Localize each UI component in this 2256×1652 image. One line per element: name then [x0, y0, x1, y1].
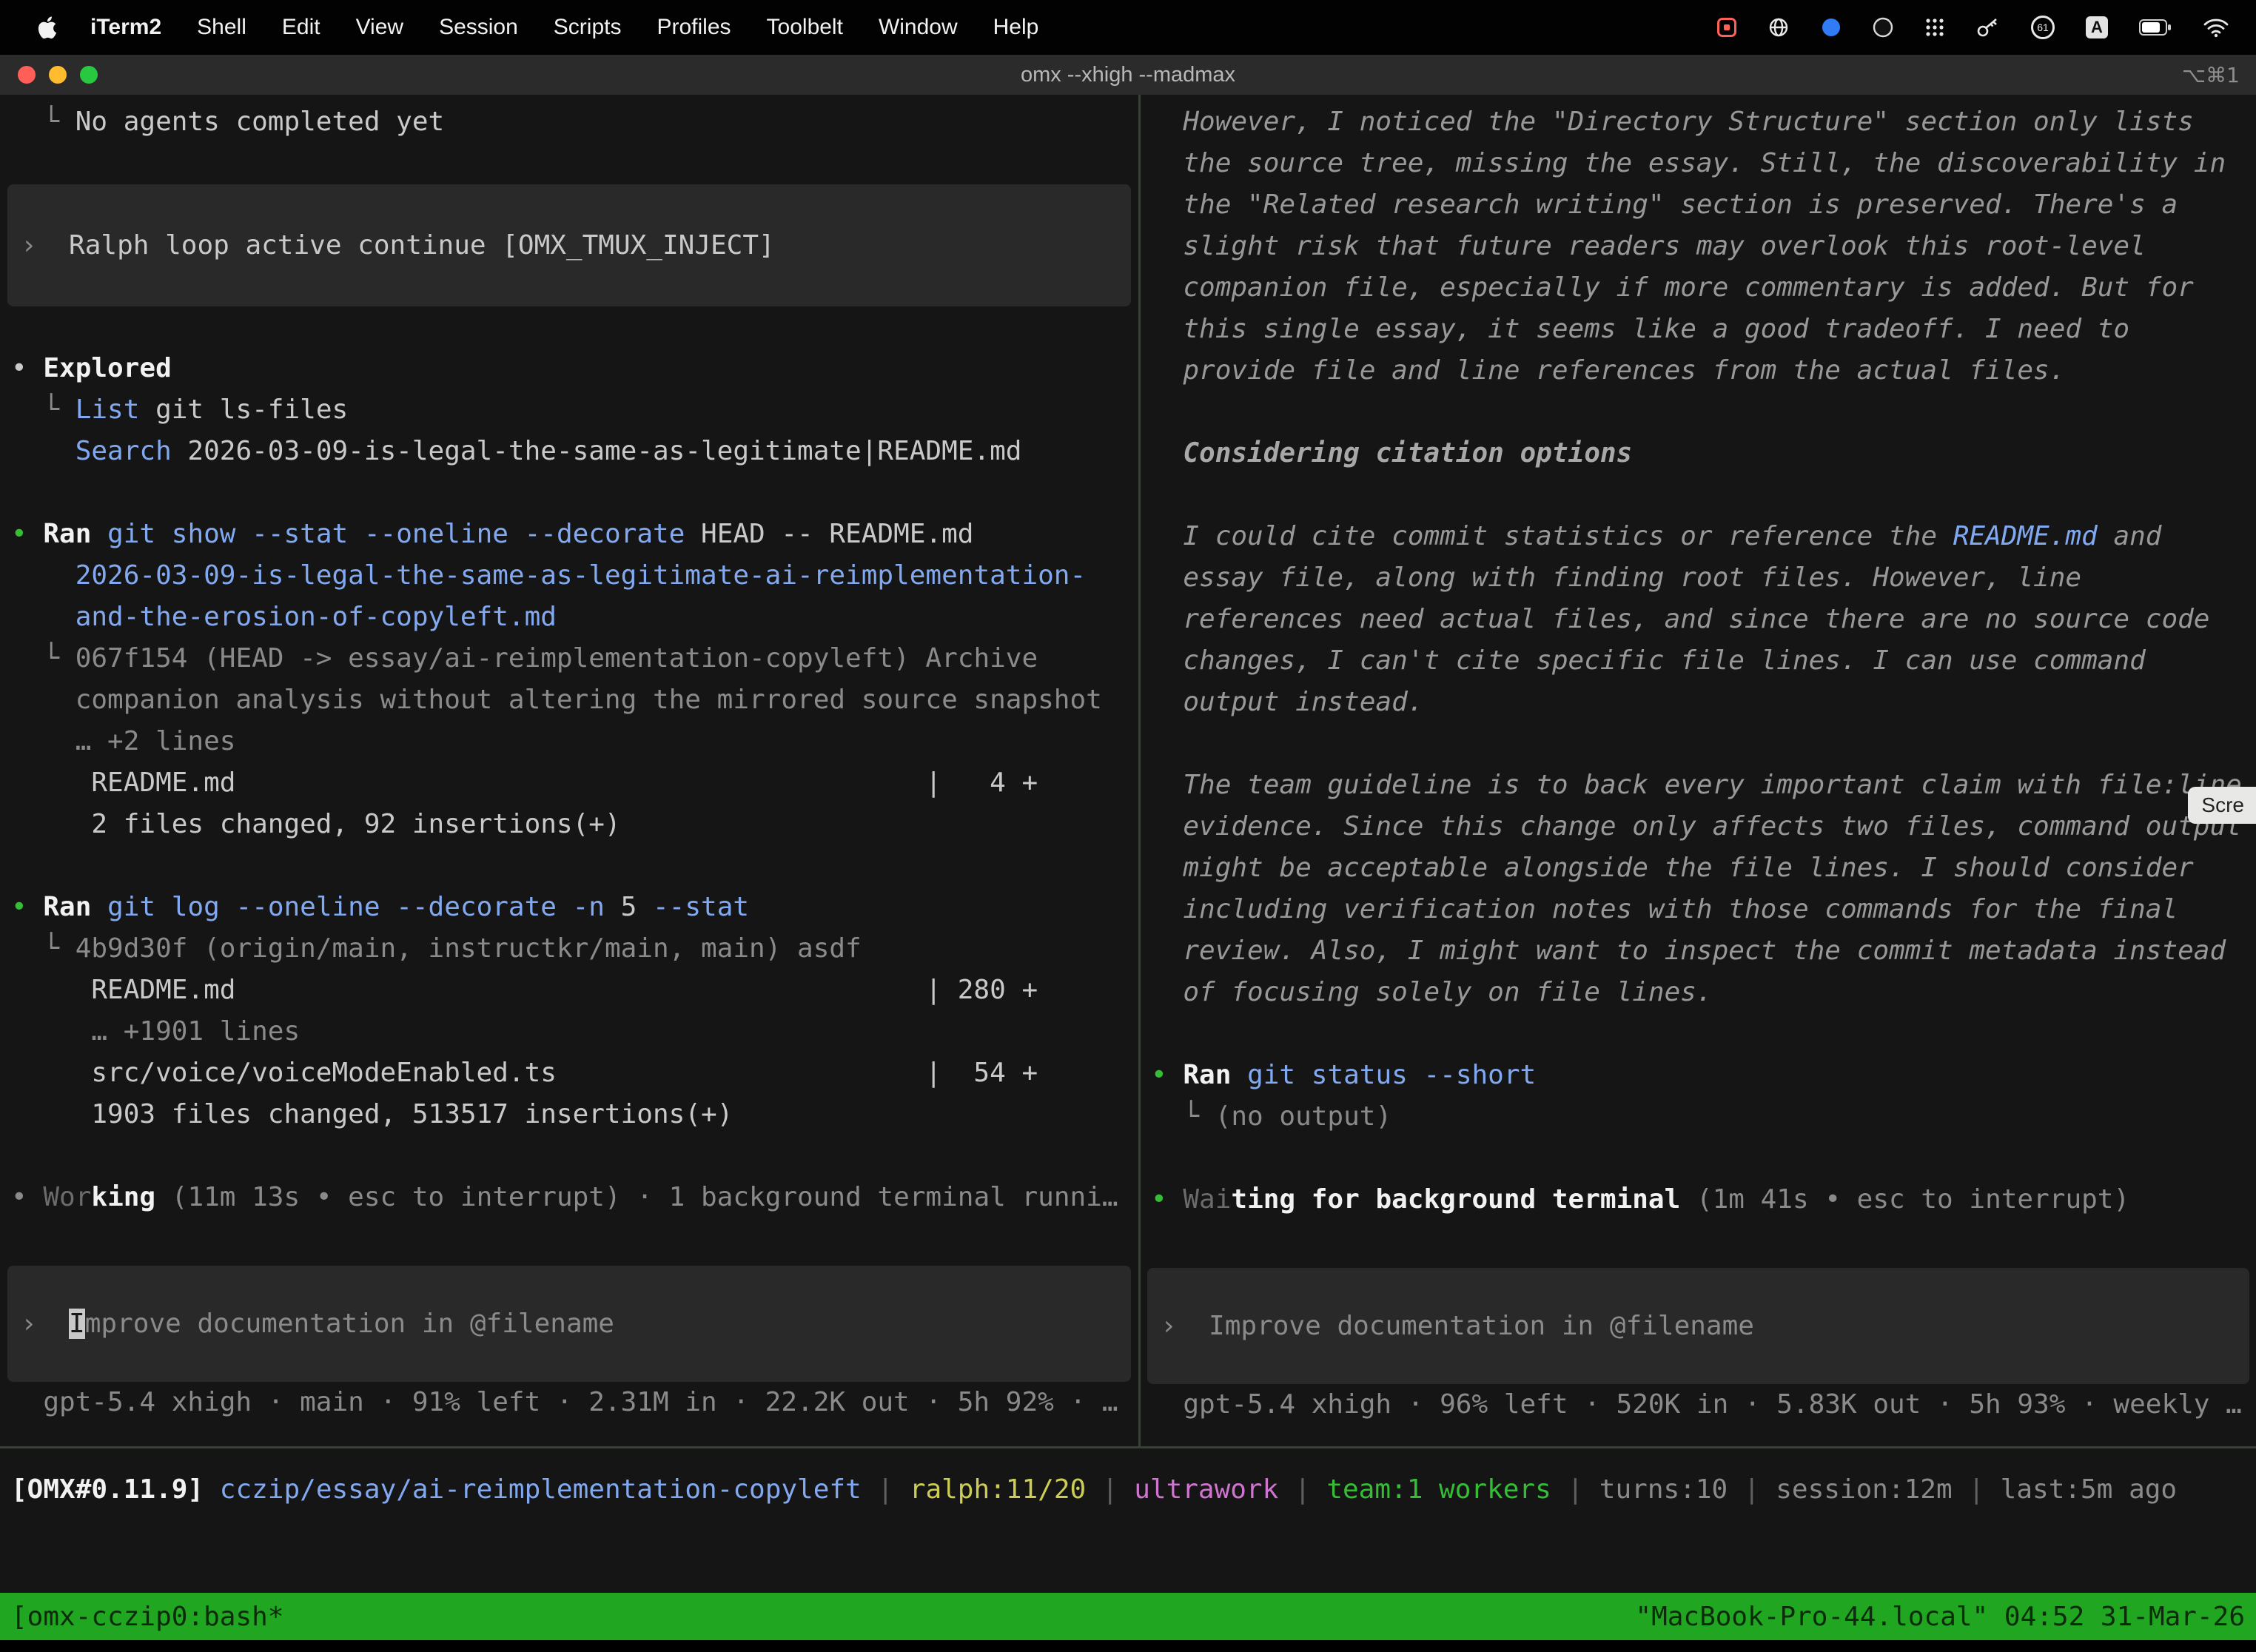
menu-toolbelt[interactable]: Toolbelt — [767, 15, 843, 40]
window-title-bar: omx --xhigh --madmax ⌥⌘1 — [0, 55, 2256, 95]
input-source-letter: A — [2091, 18, 2103, 37]
key-icon[interactable] — [1976, 16, 2000, 38]
terminal-line: Considering citation options — [1141, 433, 2256, 474]
menu-view[interactable]: View — [356, 15, 403, 40]
close-window-button[interactable] — [18, 66, 36, 84]
tmux-status-bar: [omx-cczip0:bash* "MacBook-Pro-44.local"… — [0, 1593, 2256, 1640]
menu-edit[interactable]: Edit — [282, 15, 320, 40]
terminal-line: 2026-03-09-is-legal-the-same-as-legitima… — [0, 555, 1138, 597]
screen-edge-tab[interactable]: Scre — [2188, 787, 2256, 824]
minimize-window-button[interactable] — [49, 66, 67, 84]
terminal-line: review. Also, I might want to inspect th… — [1141, 930, 2256, 972]
omx-status-bar: [OMX#0.11.9] cczip/essay/ai-reimplementa… — [0, 1448, 2256, 1593]
terminal-line: and-the-erosion-of-copyleft.md — [0, 597, 1138, 638]
terminal-line: including verification notes with those … — [1141, 889, 2256, 930]
screen-recording-indicator-icon[interactable] — [1717, 18, 1736, 37]
terminal-line: essay file, along with finding root file… — [1141, 557, 2256, 599]
agent-pane-left[interactable]: └ No agents completed yet › Ralph loop ac… — [0, 95, 1138, 1446]
terminal-content: └ No agents completed yet › Ralph loop ac… — [0, 95, 2256, 1446]
terminal-line: references need actual files, and since … — [1141, 599, 2256, 640]
terminal-line: └ 067f154 (HEAD -> essay/ai-reimplementa… — [0, 638, 1138, 679]
terminal-line: README.md | 280 + — [0, 970, 1138, 1011]
window-shortcut-badge: ⌥⌘1 — [2182, 63, 2240, 87]
terminal-line: 2 files changed, 92 insertions(+) — [0, 804, 1138, 845]
terminal-line: evidence. Since this change only affects… — [1141, 806, 2256, 847]
terminal-line: └ 4b9d30f (origin/main, instructkr/main,… — [0, 928, 1138, 970]
terminal-line: … +1901 lines — [0, 1011, 1138, 1052]
input-source-icon[interactable]: A — [2086, 16, 2108, 38]
apple-menu-icon[interactable] — [37, 16, 56, 39]
menu-bar-status-icons: 61 A — [1717, 16, 2229, 39]
terminal-line: the source tree, missing the essay. Stil… — [1141, 143, 2256, 184]
terminal-line: the "Related research writing" section i… — [1141, 184, 2256, 226]
omx-status-line: [OMX#0.11.9] cczip/essay/ai-reimplementa… — [0, 1469, 2256, 1511]
terminal-line: └ (no output) — [1141, 1096, 2256, 1138]
terminal-line: 1903 files changed, 513517 insertions(+) — [0, 1094, 1138, 1135]
terminal-line: of focusing solely on file lines. — [1141, 972, 2256, 1013]
window-controls — [18, 55, 98, 95]
terminal-line: might be acceptable alongside the file l… — [1141, 847, 2256, 889]
menu-iterm2[interactable]: iTerm2 — [90, 15, 161, 40]
terminal-line: src/voice/voiceModeEnabled.ts | 54 + — [0, 1052, 1138, 1094]
terminal-line: However, I noticed the "Directory Struct… — [1141, 101, 2256, 143]
gauge-value: 61 — [2037, 21, 2049, 33]
terminal-line: • Ran git status --short — [1141, 1055, 2256, 1096]
menu-session[interactable]: Session — [439, 15, 518, 40]
menu-profiles[interactable]: Profiles — [657, 15, 731, 40]
dark-app-icon[interactable] — [1873, 17, 1893, 38]
terminal-line: • Working (11m 13s • esc to interrupt) ·… — [0, 1177, 1138, 1218]
terminal-line: • Ran git show --stat --oneline --decora… — [0, 514, 1138, 555]
terminal-line: README.md | 4 + — [0, 762, 1138, 804]
gauge-icon[interactable]: 61 — [2031, 16, 2055, 39]
globe-icon[interactable] — [1767, 16, 1790, 38]
terminal-line: • Waiting for background terminal (1m 41… — [1141, 1179, 2256, 1220]
wifi-icon[interactable] — [2203, 17, 2229, 38]
menu-help[interactable]: Help — [993, 15, 1039, 40]
macos-menu-bar: iTerm2 Shell Edit View Session Scripts Profile… — [0, 0, 2256, 55]
terminal-line: … +2 lines — [0, 721, 1138, 762]
grid-dots-icon[interactable] — [1924, 17, 1945, 38]
session-stats-left: gpt-5.4 xhigh · main · 91% left · 2.31M … — [0, 1382, 1138, 1423]
terminal-line: Search 2026-03-09-is-legal-the-same-as-l… — [0, 431, 1138, 472]
agent-pane-right[interactable]: However, I noticed the "Directory Struct… — [1141, 95, 2256, 1446]
ralph-loop-banner: › Ralph loop active continue [OMX_TMUX_I… — [7, 184, 1131, 306]
terminal-line: I could cite commit statistics or refere… — [1141, 516, 2256, 557]
terminal-line: └ List git ls-files — [0, 389, 1138, 431]
session-stats-right: gpt-5.4 xhigh · 96% left · 520K in · 5.8… — [1141, 1384, 2256, 1426]
terminal-line: companion analysis without altering the … — [0, 679, 1138, 721]
terminal-line: The team guideline is to back every impo… — [1141, 765, 2256, 806]
menu-shell[interactable]: Shell — [197, 15, 246, 40]
terminal-line: • Ran git log --oneline --decorate -n 5 … — [0, 887, 1138, 928]
tmux-session-window: [omx-cczip0:bash* — [11, 1602, 283, 1632]
terminal-line: └ No agents completed yet — [0, 101, 1138, 143]
terminal-line: companion file, especially if more comme… — [1141, 267, 2256, 309]
terminal-line: this single essay, it seems like a good … — [1141, 309, 2256, 350]
prompt-input-right[interactable]: › Improve documentation in @filename — [1147, 1268, 2249, 1384]
menu-window[interactable]: Window — [879, 15, 958, 40]
tmux-host-clock: "MacBook-Pro-44.local" 04:52 31-Mar-26 — [1635, 1602, 2245, 1632]
zoom-window-button[interactable] — [80, 66, 98, 84]
battery-icon[interactable] — [2139, 19, 2172, 36]
window-title: omx --xhigh --madmax — [1021, 63, 1235, 87]
menu-items: iTerm2 Shell Edit View Session Scripts Profile… — [90, 15, 1038, 40]
prompt-input-left[interactable]: › Improve documentation in @filename — [7, 1266, 1131, 1382]
menu-scripts[interactable]: Scripts — [554, 15, 622, 40]
terminal-line: changes, I can't cite specific file line… — [1141, 640, 2256, 682]
terminal-line: slight risk that future readers may over… — [1141, 226, 2256, 267]
terminal-line: output instead. — [1141, 682, 2256, 723]
bottom-filler — [0, 1640, 2256, 1652]
terminal-line: • Explored — [0, 348, 1138, 389]
blue-app-icon[interactable] — [1821, 17, 1842, 38]
terminal-line: provide file and line references from th… — [1141, 350, 2256, 392]
